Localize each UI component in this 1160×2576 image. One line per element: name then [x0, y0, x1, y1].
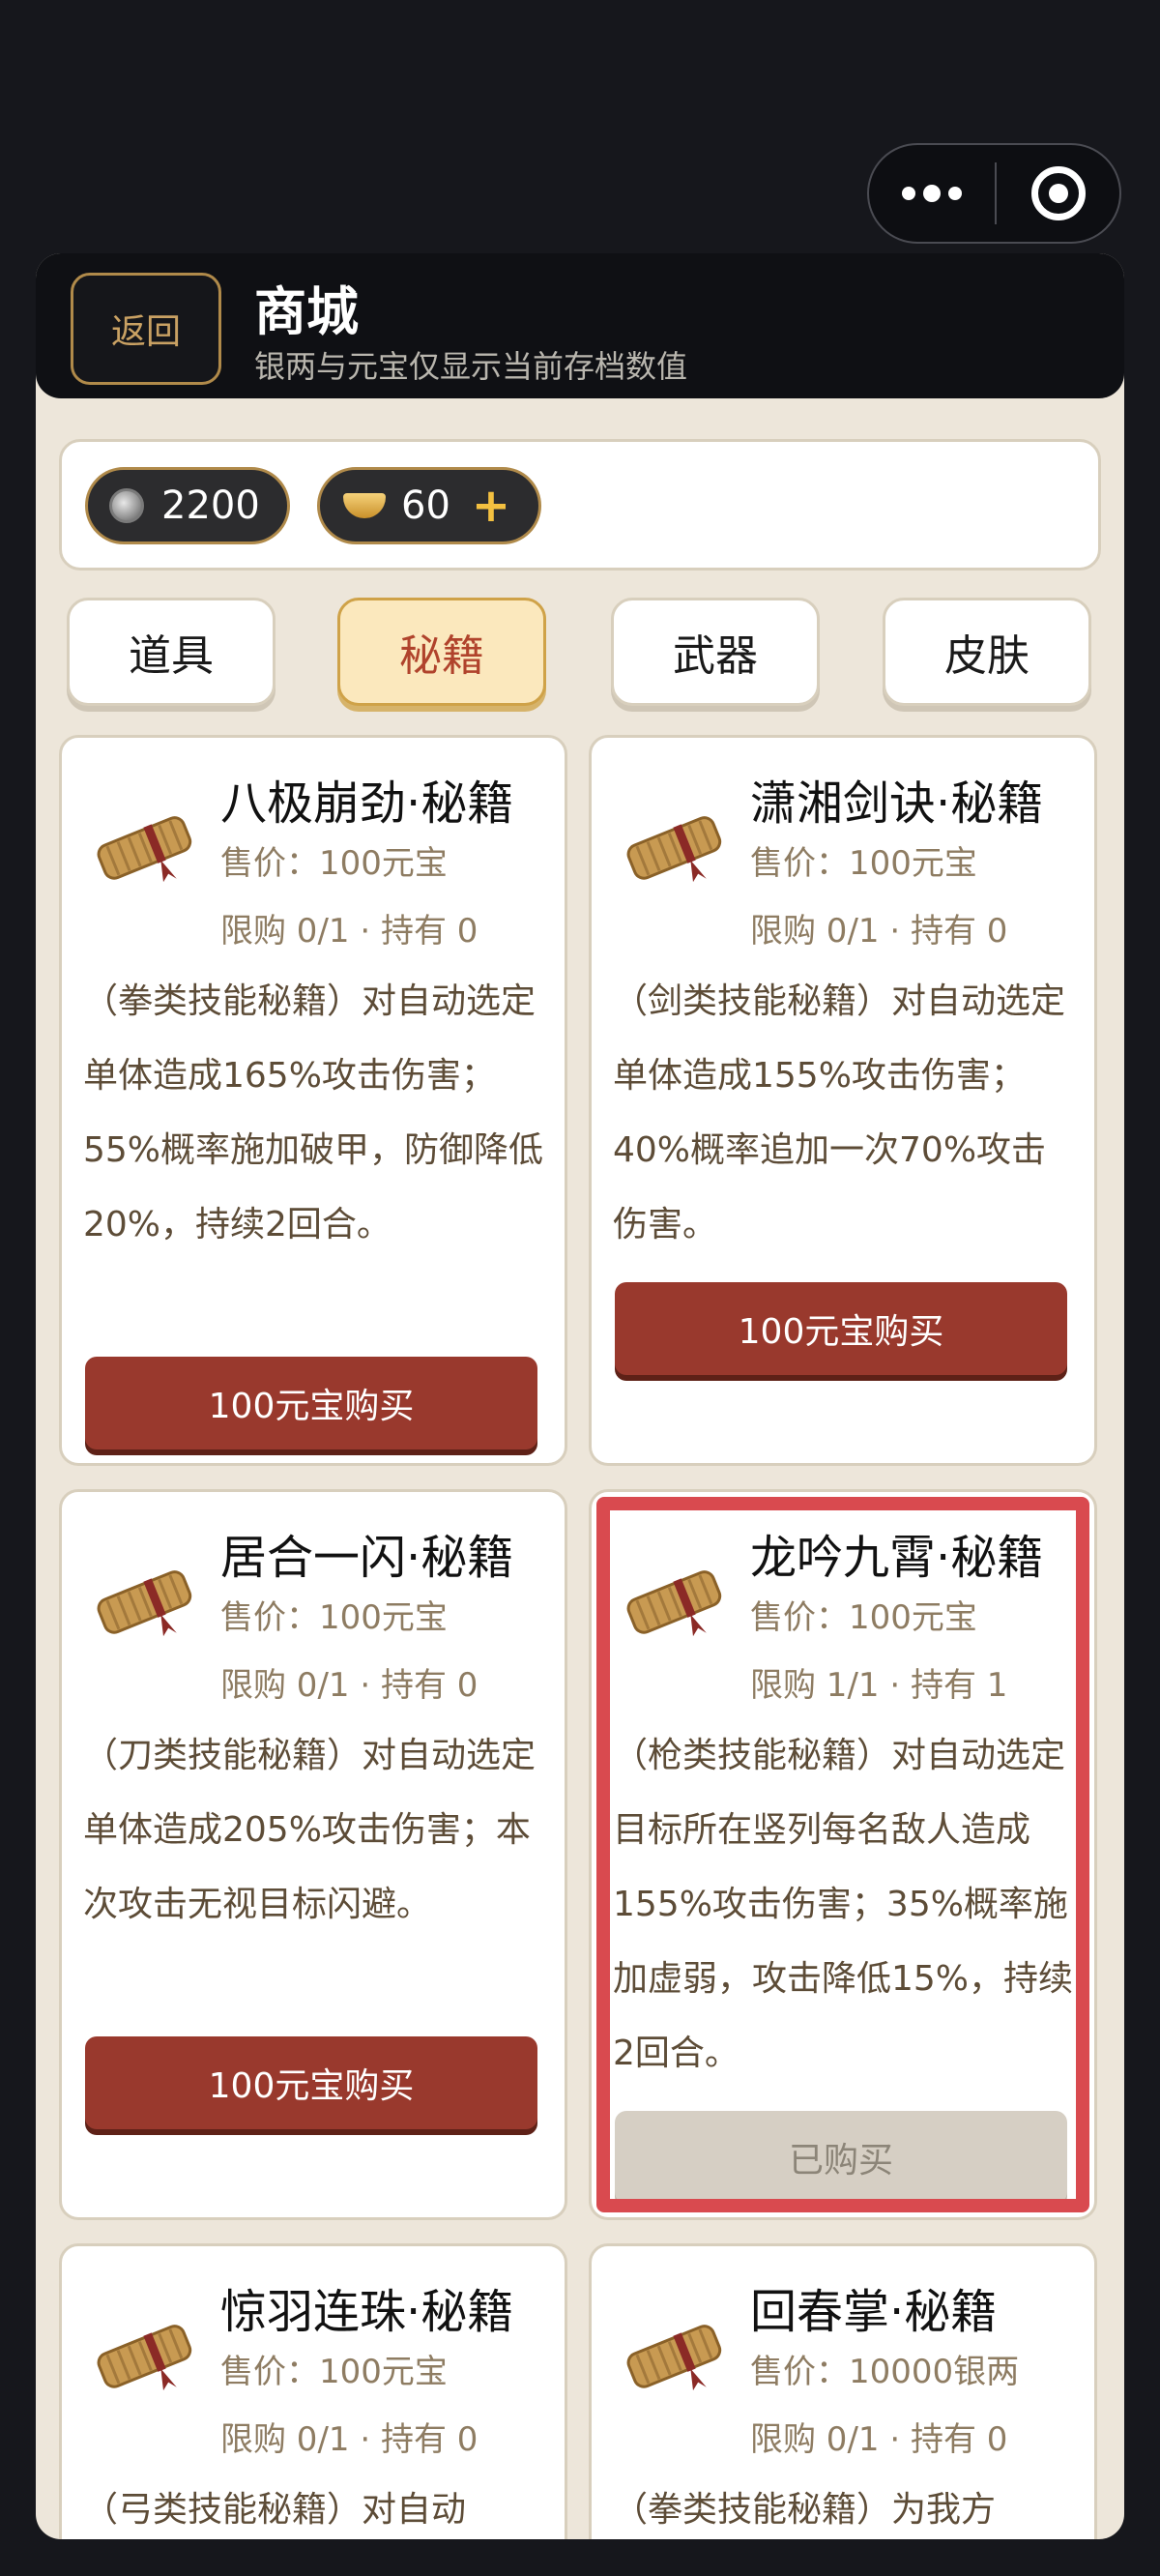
item-limit: 限购 0/1 · 持有 0: [750, 2420, 1008, 2459]
item-limit: 限购 0/1 · 持有 0: [220, 1666, 478, 1705]
scroll-icon: [626, 1570, 722, 1637]
tab-weapons[interactable]: 武器: [611, 598, 820, 706]
tab-skins[interactable]: 皮肤: [883, 598, 1091, 706]
scroll-icon: [626, 2325, 722, 2391]
item-name: 居合一闪·秘籍: [220, 1531, 514, 1585]
scroll-icon: [97, 816, 192, 883]
item-card: 八极崩劲·秘籍 售价：100元宝 限购 0/1 · 持有 0 （拳类技能秘籍）对…: [59, 735, 567, 1466]
scroll-icon: [626, 816, 722, 883]
silver-amount: 2200: [161, 483, 260, 528]
item-price: 售价：100元宝: [220, 844, 448, 883]
item-card: 回春掌·秘籍 售价：10000银两 限购 0/1 · 持有 0 （拳类技能秘籍）…: [589, 2243, 1097, 2539]
buy-button[interactable]: 100元宝购买: [615, 1282, 1067, 1375]
item-description: （弓类技能秘籍）对自动: [83, 2490, 467, 2530]
item-price: 售价：10000银两: [750, 2353, 1020, 2391]
header: 返回 商城 银两与元宝仅显示当前存档数值: [36, 253, 1124, 398]
currency-bar: 2200 60 +: [59, 439, 1101, 571]
mini-program-capsule: [867, 143, 1121, 244]
item-description: （拳类技能秘籍）为我方: [613, 2490, 997, 2530]
item-limit: 限购 0/1 · 持有 0: [750, 912, 1008, 951]
item-limit: 限购 0/1 · 持有 0: [220, 2420, 478, 2459]
item-description: （枪类技能秘籍）对自动选定目标所在竖列每名敌人造成155%攻击伤害；35%概率施…: [613, 1736, 1074, 2073]
purchased-button: 已购买: [615, 2111, 1067, 2204]
item-price: 售价：100元宝: [750, 1598, 977, 1637]
item-description: （拳类技能秘籍）对自动选定单体造成165%攻击伤害；55%概率施加破甲，防御降低…: [83, 981, 544, 1244]
tab-manuals[interactable]: 秘籍: [337, 598, 546, 706]
item-card: 潇湘剑诀·秘籍 售价：100元宝 限购 0/1 · 持有 0 （剑类技能秘籍）对…: [589, 735, 1097, 1466]
gold-amount: 60: [401, 483, 450, 528]
gold-balance[interactable]: 60 +: [317, 467, 541, 544]
item-card: 居合一闪·秘籍 售价：100元宝 限购 0/1 · 持有 0 （刀类技能秘籍）对…: [59, 1489, 567, 2220]
item-name: 惊羽连珠·秘籍: [220, 2285, 514, 2339]
close-program-icon[interactable]: [997, 145, 1119, 242]
item-card: 惊羽连珠·秘籍 售价：100元宝 限购 0/1 · 持有 0 （弓类技能秘籍）对…: [59, 2243, 567, 2539]
gold-ingot-icon: [343, 493, 386, 518]
page-subtitle: 银两与元宝仅显示当前存档数值: [254, 348, 688, 385]
scroll-icon: [97, 1570, 192, 1637]
tab-items[interactable]: 道具: [67, 598, 276, 706]
silver-coin-icon: [109, 488, 144, 523]
buy-button[interactable]: 100元宝购买: [85, 2036, 537, 2129]
item-limit: 限购 0/1 · 持有 0: [220, 912, 478, 951]
back-button[interactable]: 返回: [71, 273, 221, 385]
buy-button[interactable]: 100元宝购买: [85, 1357, 537, 1449]
item-price: 售价：100元宝: [220, 2353, 448, 2391]
item-description: （刀类技能秘籍）对自动选定单体造成205%攻击伤害；本次攻击无视目标闪避。: [83, 1736, 536, 1924]
item-name: 八极崩劲·秘籍: [220, 776, 514, 831]
item-name: 潇湘剑诀·秘籍: [750, 776, 1044, 831]
page-title: 商城: [254, 281, 359, 342]
scroll-icon: [97, 2325, 192, 2391]
add-gold-icon[interactable]: +: [472, 479, 510, 533]
more-options-icon[interactable]: [869, 145, 995, 242]
item-price: 售价：100元宝: [220, 1598, 448, 1637]
item-name: 回春掌·秘籍: [750, 2285, 998, 2339]
item-name: 龙吟九霄·秘籍: [750, 1531, 1044, 1585]
item-card-selected: 龙吟九霄·秘籍 售价：100元宝 限购 1/1 · 持有 1 （枪类技能秘籍）对…: [589, 1489, 1097, 2220]
shop-screen: 返回 商城 银两与元宝仅显示当前存档数值 2200 60 + 道具 秘籍 武器 …: [36, 253, 1124, 2539]
item-price: 售价：100元宝: [750, 844, 977, 883]
silver-balance: 2200: [85, 467, 290, 544]
item-description: （剑类技能秘籍）对自动选定单体造成155%攻击伤害；40%概率追加一次70%攻击…: [613, 981, 1066, 1244]
item-limit: 限购 1/1 · 持有 1: [750, 1666, 1008, 1705]
